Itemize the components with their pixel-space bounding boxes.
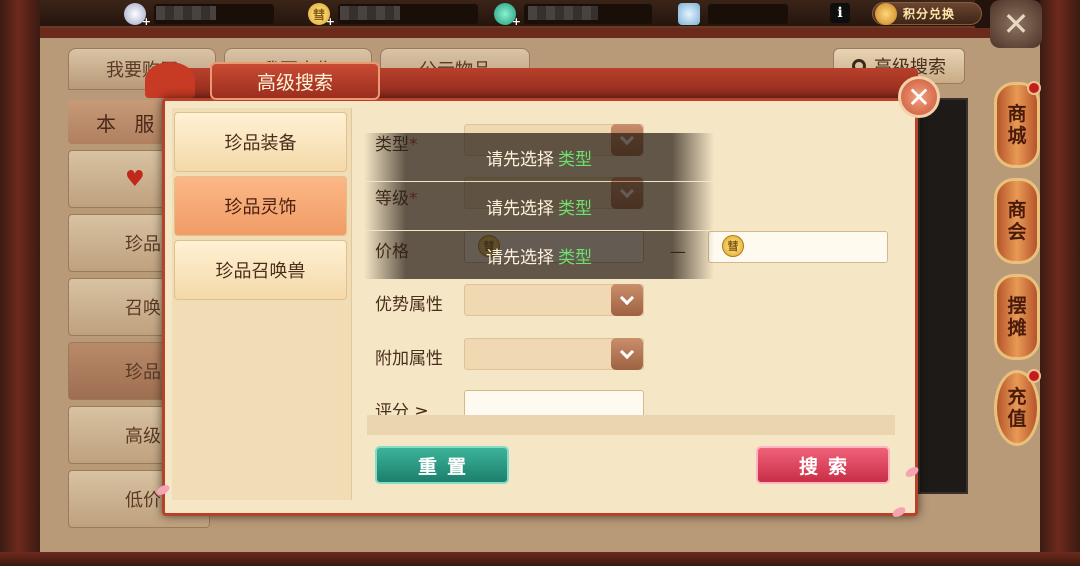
scroll-track[interactable] [367,415,895,435]
right-pillar [1040,0,1080,566]
advantage-attr-label: 优势属性 [375,295,443,315]
left-pillar [0,0,40,566]
heart-icon: ♥ [125,166,145,192]
stall-label: 摆摊 [1007,295,1027,339]
tab-rare-accessory[interactable]: 珍品灵饰 [174,176,347,236]
dialog-title: 高级搜索 [210,62,380,100]
info-button[interactable]: i [830,3,850,23]
gold-coin-icon: 彗 [722,235,744,257]
chevron-down-icon [619,344,635,360]
gold-coin-icon: 彗 + [308,3,335,28]
guild-shop-button[interactable]: 商会 [994,178,1040,264]
ticket-resource[interactable] [678,2,788,26]
app-root: + 彗+ + i 积分兑换 ✕ 我要购买 我要出售 公示物品 高级搜索 本 服 [0,0,1080,566]
recharge-button[interactable]: 充值 [994,369,1041,446]
tab-rare-pet[interactable]: 珍品召唤兽 [174,240,347,300]
tab-rare-equipment[interactable]: 珍品装备 [174,112,347,172]
redacted-value [156,6,216,20]
mall-button[interactable]: 商城 [994,81,1041,168]
search-button[interactable]: 搜索 [756,446,890,484]
stall-button[interactable]: 摆摊 [994,274,1040,360]
mall-label: 商城 [1007,103,1027,147]
jade-icon: + [494,3,521,28]
points-exchange-label: 积分兑换 [903,7,956,21]
ticket-value [708,4,788,24]
extra-dropdown-button[interactable] [611,338,643,370]
bottom-rail [0,552,1080,566]
hint-toast: 请先选择 类型 [364,231,714,279]
money-bag-icon [875,2,897,25]
pavilion-ornament-icon [145,62,195,98]
hint-toast: 请先选择 类型 [364,133,714,181]
recharge-label: 充值 [1007,386,1027,430]
guild-shop-label: 商会 [1007,199,1027,243]
redacted-value [340,6,400,20]
dialog-close-button[interactable]: ✕ [898,76,940,118]
silver-coin-icon: + [124,3,151,28]
resource-bar: + 彗 + + i 积分兑换 [40,0,982,28]
advantage-dropdown-button[interactable] [611,284,643,316]
notification-dot [1027,81,1041,95]
frame-top [40,28,1040,38]
extra-attr-label: 附加属性 [375,349,443,369]
notification-dot [1027,369,1041,383]
close-market-button[interactable]: ✕ [990,0,1042,48]
chevron-down-icon [619,290,635,306]
hint-toast: 请先选择 类型 [364,182,714,230]
reset-button[interactable]: 重置 [375,446,509,484]
ticket-icon [678,3,700,25]
results-panel [918,98,968,494]
redacted-value [528,6,598,20]
points-exchange-button[interactable]: 积分兑换 [872,2,982,25]
